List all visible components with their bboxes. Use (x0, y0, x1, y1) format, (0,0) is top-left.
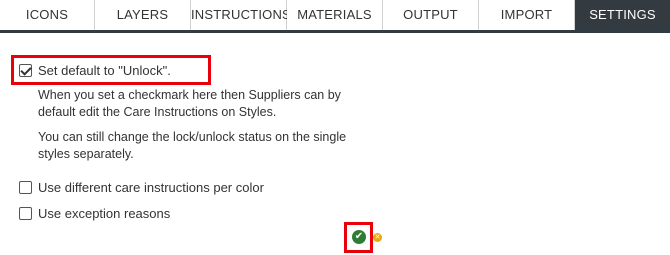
tab-layers[interactable]: LAYERS (95, 0, 191, 30)
care-per-color-label: Use different care instructions per colo… (38, 180, 264, 195)
tab-materials[interactable]: MATERIALS (287, 0, 383, 30)
tab-settings[interactable]: SETTINGS (575, 0, 670, 30)
unlock-checkbox[interactable] (19, 64, 32, 77)
tab-output[interactable]: OUTPUT (383, 0, 479, 30)
care-per-color-checkbox[interactable] (19, 181, 32, 194)
close-circle-icon: ✕ (374, 233, 381, 241)
unlock-description-2: You can still change the lock/unlock sta… (38, 130, 347, 161)
check-circle-icon: ✔ (354, 231, 364, 242)
tab-icons[interactable]: ICONS (0, 0, 95, 30)
unlock-option[interactable]: Set default to "Unlock". (19, 63, 171, 78)
unlock-description-1: When you set a checkmark here then Suppl… (38, 88, 341, 119)
tab-import[interactable]: IMPORT (479, 0, 575, 30)
save-button[interactable]: ✔ (352, 230, 366, 244)
tab-instructions[interactable]: INSTRUCTIONS (191, 0, 291, 30)
exception-reasons-checkbox[interactable] (19, 207, 32, 220)
care-per-color-option[interactable]: Use different care instructions per colo… (19, 180, 264, 195)
settings-tab-bar: ICONS LAYERS INSTRUCTIONS MATERIALS OUTP… (0, 0, 670, 33)
unlock-label: Set default to "Unlock". (38, 63, 171, 78)
exception-reasons-option[interactable]: Use exception reasons (19, 206, 170, 221)
cancel-button[interactable]: ✕ (373, 233, 382, 242)
exception-reasons-label: Use exception reasons (38, 206, 171, 221)
